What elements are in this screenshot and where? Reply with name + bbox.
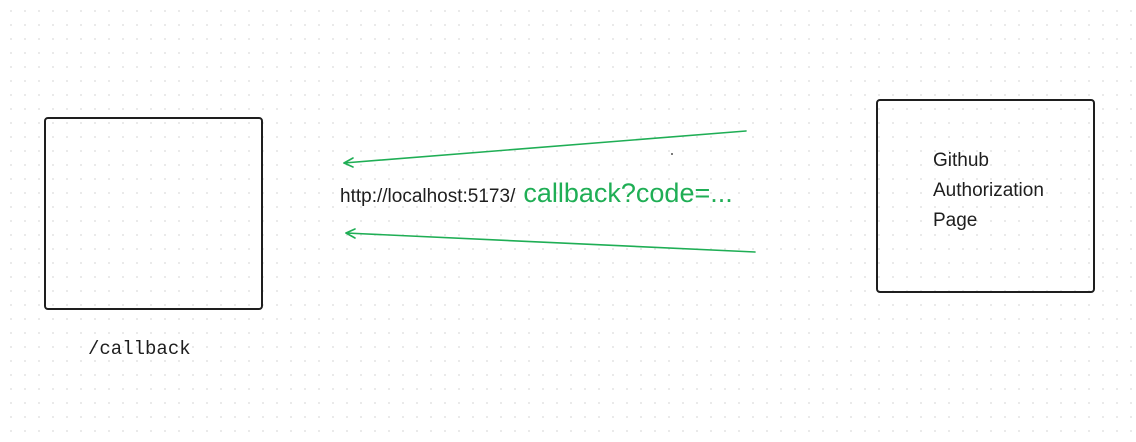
diagram-canvas: /callback Github Authorization Page http… — [0, 0, 1136, 442]
stray-dot — [671, 153, 673, 155]
redirect-url: http://localhost:5173/ callback?code=... — [340, 178, 733, 209]
top-arrow-shaft — [343, 130, 747, 164]
bottom-arrow-shaft — [345, 232, 756, 253]
redirect-url-path: callback?code=... — [523, 178, 733, 208]
redirect-url-base: http://localhost:5173/ — [340, 186, 516, 207]
top-arrow — [343, 130, 747, 168]
bottom-arrow — [345, 228, 756, 253]
redirect-arrows — [343, 130, 756, 253]
